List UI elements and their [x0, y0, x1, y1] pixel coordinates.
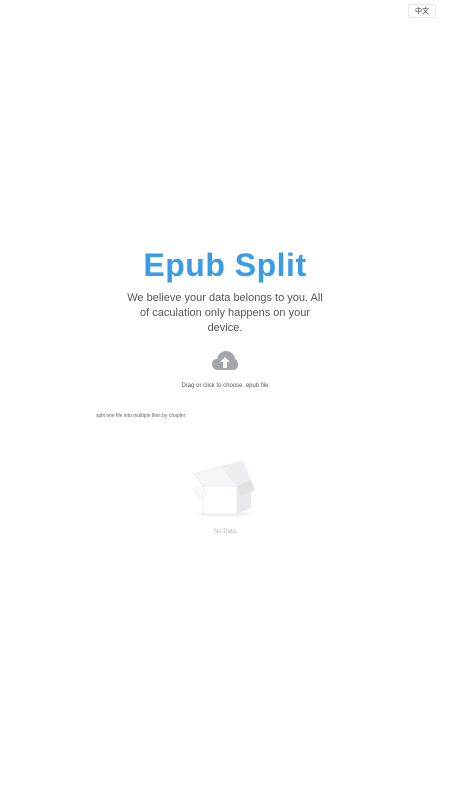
upload-instruction: Drag or click to choose .epub file: [181, 383, 269, 389]
file-upload-dropzone[interactable]: Drag or click to choose .epub file: [150, 348, 300, 396]
cloud-upload-icon: [212, 351, 238, 370]
language-toggle-button[interactable]: 中文: [408, 4, 436, 18]
page-title: Epub Split: [143, 247, 307, 283]
language-toggle-label: 中文: [415, 8, 429, 15]
tagline: We believe your data belongs to you. All…: [127, 292, 323, 334]
empty-box-icon: [193, 460, 255, 517]
empty-state-label: No Data: [213, 529, 236, 535]
feature-description: split one file into multiple files by ch…: [96, 413, 186, 419]
app-page: 中文 Epub Split We believe your data belon…: [0, 0, 450, 800]
